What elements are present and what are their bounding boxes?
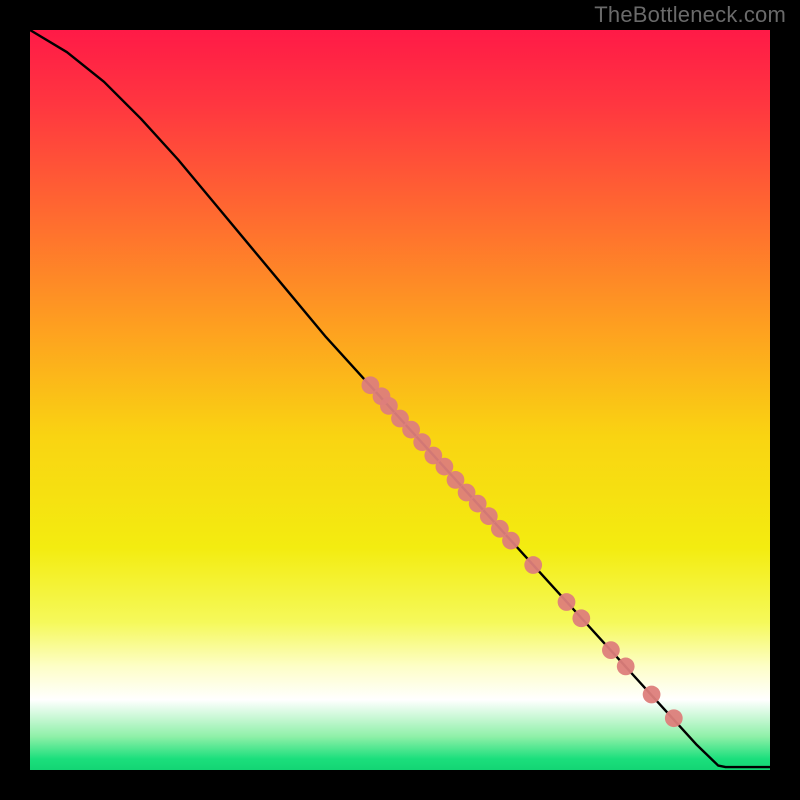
data-point (502, 532, 520, 550)
data-point (558, 593, 576, 611)
data-point (643, 686, 661, 704)
data-point (602, 641, 620, 659)
data-point (524, 556, 542, 574)
gradient-plot (30, 30, 770, 770)
watermark-label: TheBottleneck.com (594, 2, 786, 28)
data-point (617, 658, 635, 676)
figure-frame: TheBottleneck.com (0, 0, 800, 800)
data-point (665, 709, 683, 727)
plot-background (30, 30, 770, 770)
data-point (572, 609, 590, 627)
